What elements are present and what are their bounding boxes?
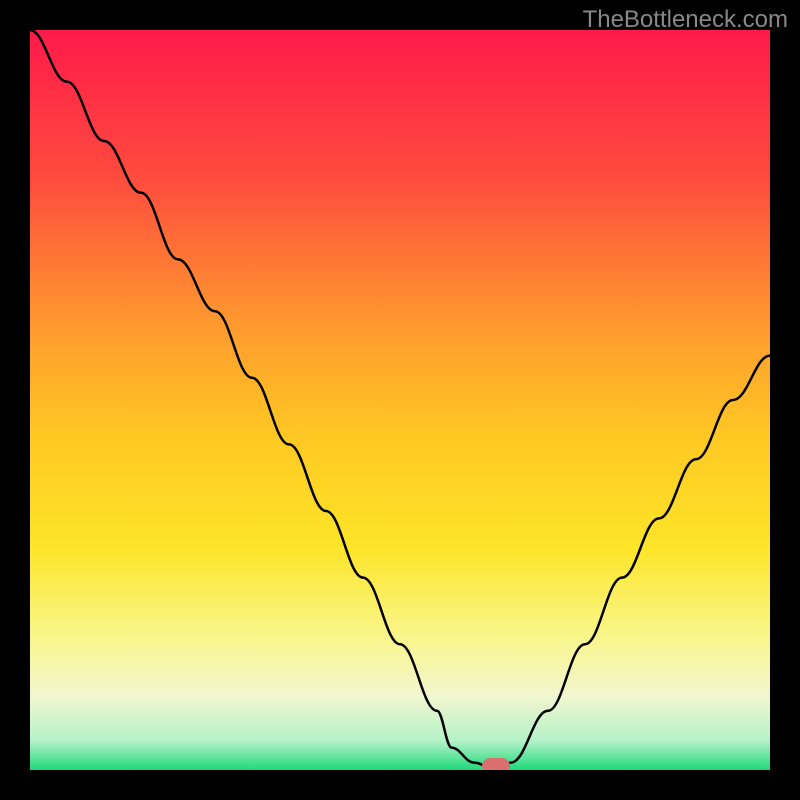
plot-area [30,30,770,770]
optimum-marker [482,758,510,770]
chart-container: TheBottleneck.com [0,0,800,800]
gradient-background [30,30,770,770]
watermark-text: TheBottleneck.com [583,6,788,34]
